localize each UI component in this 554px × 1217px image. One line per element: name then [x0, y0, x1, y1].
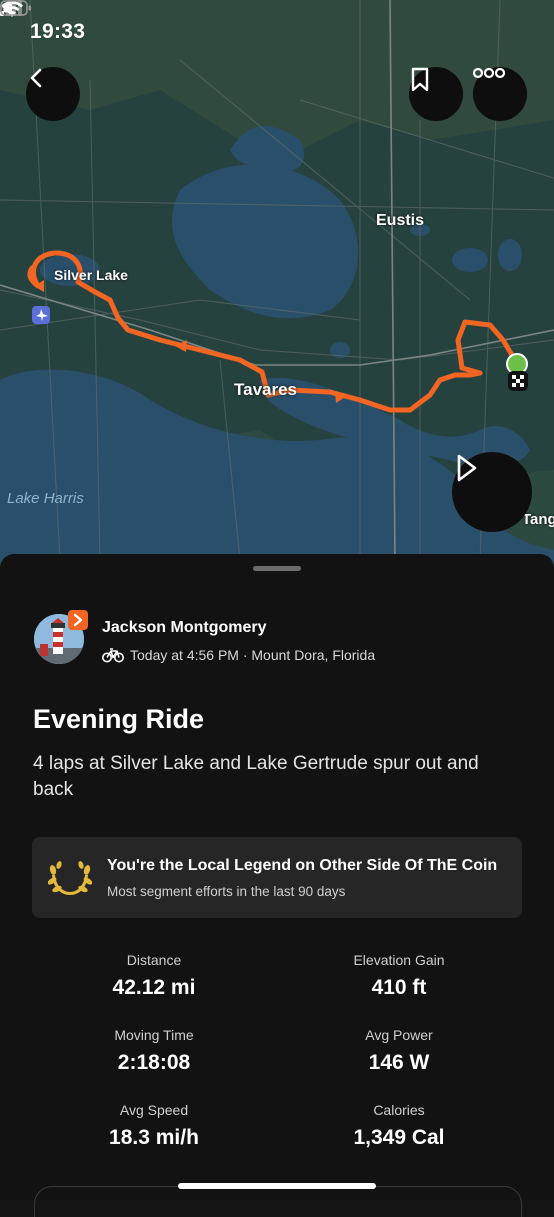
- local-legend-title: You're the Local Legend on Other Side Of…: [107, 857, 498, 874]
- home-indicator[interactable]: [178, 1183, 376, 1189]
- sheet-drag-handle[interactable]: [253, 566, 301, 571]
- next-section-card[interactable]: [34, 1186, 522, 1217]
- play-flyover-button[interactable]: [452, 452, 532, 532]
- subscriber-badge-icon: [68, 610, 88, 630]
- stat-value: 146 W: [368, 1051, 430, 1074]
- stat-value: 18.3 mi/h: [109, 1126, 199, 1149]
- stat-label: Avg Speed: [119, 1102, 189, 1118]
- map-label-tavares: Tavares: [234, 380, 298, 399]
- map-label-lake-harris: Lake Harris: [7, 490, 84, 507]
- activity-description: 4 laps at Silver Lake and Lake Gertrude …: [33, 753, 479, 800]
- stat-elevation-gain: Elevation Gain 410 ft: [279, 952, 519, 1000]
- more-horizontal-icon: [473, 67, 505, 79]
- status-bar: 19:33: [0, 0, 554, 66]
- stat-label: Elevation Gain: [353, 952, 445, 968]
- stat-label: Moving Time: [114, 1027, 194, 1043]
- stat-value: 2:18:08: [117, 1051, 191, 1074]
- more-options-button[interactable]: [473, 67, 527, 121]
- athlete-name[interactable]: Jackson Montgomery: [102, 619, 266, 637]
- bookmark-icon: [411, 67, 429, 92]
- activity-sheet: Jackson Montgomery Today at 4:56 PM · Mo…: [0, 554, 554, 1217]
- activity-date-location: Today at 4:56 PM · Mount Dora, Florida: [130, 647, 376, 663]
- stat-label: Calories: [373, 1102, 425, 1118]
- stat-moving-time: Moving Time 2:18:08: [34, 1027, 274, 1075]
- chevron-left-icon: [30, 68, 42, 88]
- bike-icon: [102, 648, 124, 663]
- stat-distance: Distance 42.12 mi: [34, 952, 274, 1000]
- back-button[interactable]: [26, 67, 80, 121]
- status-time: 19:33: [30, 20, 86, 43]
- stat-value: 1,349 Cal: [353, 1126, 445, 1149]
- laurel-wreath-icon: [48, 861, 92, 895]
- stat-value: 42.12 mi: [112, 976, 196, 999]
- activity-title: Evening Ride: [33, 704, 205, 734]
- stat-value: 410 ft: [371, 976, 427, 999]
- stat-calories: Calories 1,349 Cal: [279, 1102, 519, 1150]
- play-icon: [457, 454, 477, 482]
- activity-meta: Today at 4:56 PM · Mount Dora, Florida: [102, 647, 375, 663]
- bookmark-button[interactable]: [409, 67, 463, 121]
- battery-icon: [0, 0, 31, 16]
- stat-avg-speed: Avg Speed 18.3 mi/h: [34, 1102, 274, 1150]
- stat-avg-power: Avg Power 146 W: [279, 1027, 519, 1075]
- map-label-tang: Tang: [522, 511, 554, 528]
- local-legend-card[interactable]: You're the Local Legend on Other Side Of…: [32, 837, 522, 918]
- local-legend-subtitle: Most segment efforts in the last 90 days: [107, 884, 346, 899]
- route-map[interactable]: Eustis Silver Lake Tavares Lake Harris T…: [0, 0, 554, 570]
- stat-label: Distance: [126, 952, 182, 968]
- map-label-eustis: Eustis: [376, 212, 425, 229]
- map-label-silver-lake: Silver Lake: [54, 267, 128, 283]
- stat-label: Avg Power: [365, 1027, 433, 1043]
